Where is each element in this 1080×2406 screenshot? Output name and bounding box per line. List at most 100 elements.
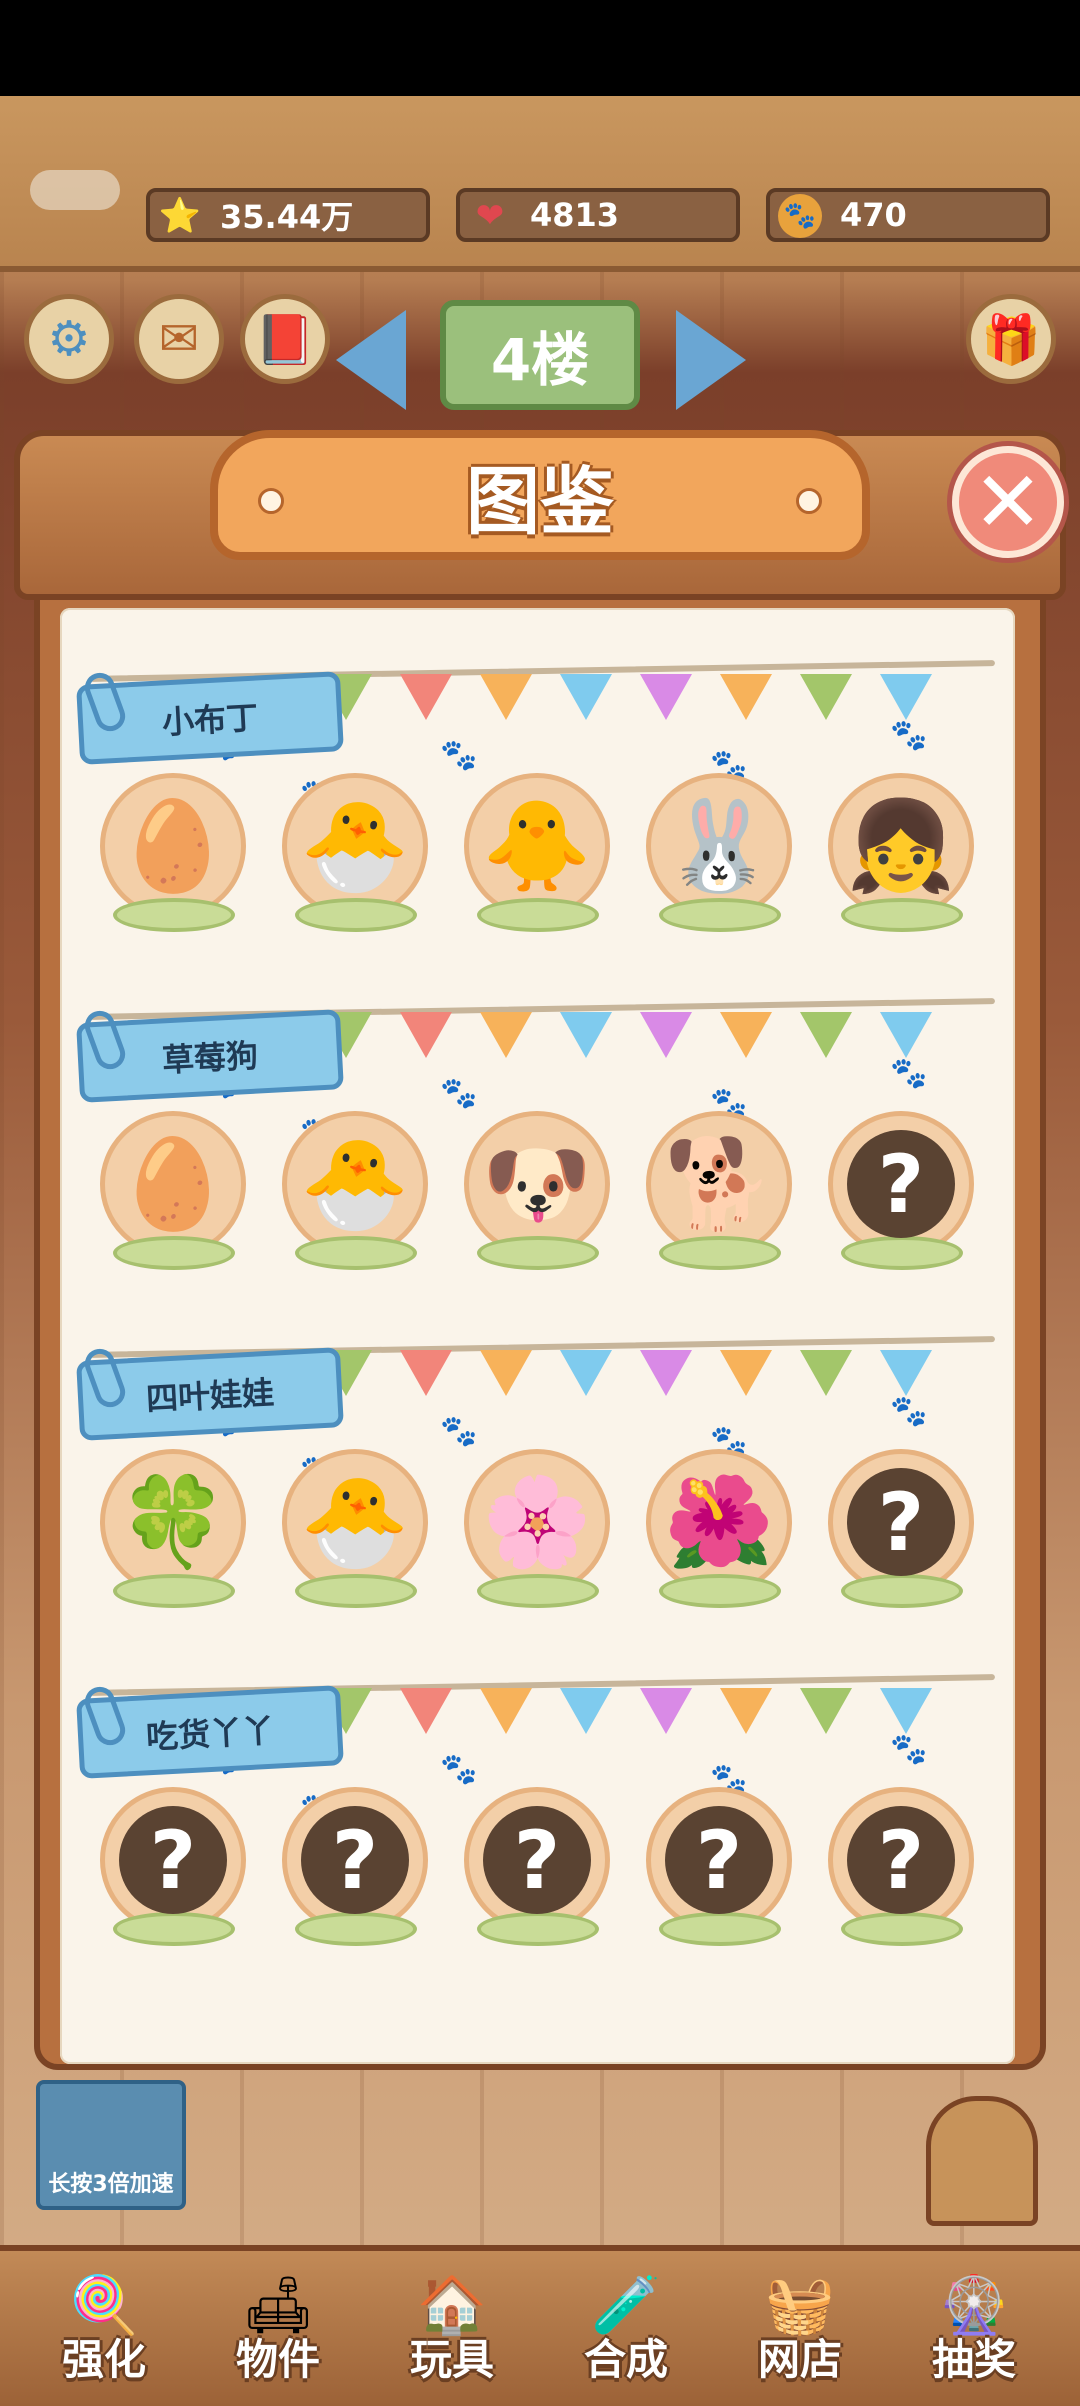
stars-counter: ⭐ 35.44万 xyxy=(146,188,430,242)
gift-button[interactable]: 🎁 xyxy=(966,294,1056,384)
hearts-counter: ❤ 4813 xyxy=(456,188,740,242)
character-slot[interactable]: 🥚 xyxy=(100,773,246,932)
bunting-flag xyxy=(800,1688,852,1734)
character-icon: 🐰 xyxy=(664,794,774,897)
grass-pedestal xyxy=(841,898,963,932)
star-icon: ⭐ xyxy=(158,196,202,236)
nav-label: 强化 xyxy=(61,2335,146,2384)
bunting-flag xyxy=(640,1688,692,1734)
character-slot[interactable]: 🌸 xyxy=(464,1449,610,1608)
weather-icon[interactable] xyxy=(30,170,120,210)
nav-label: 合成 xyxy=(583,2335,668,2384)
sign-nail-right xyxy=(796,488,822,514)
character-slot[interactable]: 🐕 xyxy=(646,1111,792,1270)
grass-pedestal xyxy=(477,1912,599,1946)
character-slot[interactable]: 👧 xyxy=(828,773,974,932)
character-slot[interactable]: 🐥 xyxy=(464,773,610,932)
grass-pedestal xyxy=(295,1236,417,1270)
character-slot[interactable]: 🐶 xyxy=(464,1111,610,1270)
locked-character-slot[interactable]: ? xyxy=(828,1787,974,1946)
paw-print-icon: 🐾 xyxy=(890,1732,928,1767)
exit-door-button[interactable] xyxy=(926,2096,1038,2226)
settings-button[interactable]: ⚙ xyxy=(24,294,114,384)
nav-button[interactable]: 🎡 抽奖 xyxy=(894,2270,1054,2390)
locked-character-slot[interactable]: ? xyxy=(100,1787,246,1946)
paw-print-icon: 🐾 xyxy=(890,1394,928,1429)
handbook-button[interactable]: 📕 xyxy=(240,294,330,384)
gift-icon: 🎁 xyxy=(981,311,1041,368)
nav-button[interactable]: 🏠 玩具 xyxy=(372,2270,532,2390)
character-slot[interactable]: 🥚 xyxy=(100,1111,246,1270)
speed-up-button[interactable]: 长按3倍加速 xyxy=(36,2080,186,2210)
paw-print-icon: 🐾 xyxy=(440,738,478,773)
locked-character-slot[interactable]: ? xyxy=(828,1449,974,1608)
character-slot[interactable]: 🍀 xyxy=(100,1449,246,1608)
resource-bar xyxy=(0,96,1080,272)
character-slot[interactable]: 🐣 xyxy=(282,1449,428,1608)
paw-print-icon: 🐾 xyxy=(440,1076,478,1111)
prev-floor-button[interactable] xyxy=(336,310,406,410)
character-icon: 🐣 xyxy=(300,794,410,897)
nav-button[interactable]: 🧪 合成 xyxy=(546,2270,706,2390)
nav-label: 网店 xyxy=(757,2335,842,2384)
locked-character-slot[interactable]: ? xyxy=(464,1787,610,1946)
question-mark-icon: ? xyxy=(665,1806,773,1914)
locked-character-slot[interactable]: ? xyxy=(282,1787,428,1946)
character-icon: 🐣 xyxy=(300,1470,410,1573)
handbook-content[interactable]: 🐾🐾🐾🐾🐾小布丁🥚🐣🐥🐰👧🐾🐾🐾🐾🐾草莓狗🥚🐣🐶🐕?🐾🐾🐾🐾🐾四叶娃娃🍀🐣🌸🌺?… xyxy=(60,608,1015,2064)
section-title: 草莓狗 xyxy=(161,1036,260,1080)
question-mark-icon: ? xyxy=(301,1806,409,1914)
grass-pedestal xyxy=(113,1574,235,1608)
paw-print-icon: 🐾 xyxy=(890,718,928,753)
bunting-flag xyxy=(720,1012,772,1058)
bunting-flag xyxy=(560,1350,612,1396)
locked-character-slot[interactable]: ? xyxy=(828,1111,974,1270)
section-title: 吃货丫丫 xyxy=(145,1711,276,1757)
floor-sign: 4楼 xyxy=(440,300,640,410)
bunting-flag xyxy=(640,1012,692,1058)
mail-button[interactable]: ✉ xyxy=(134,294,224,384)
character-icon: 🐣 xyxy=(300,1132,410,1235)
character-icon: 🐥 xyxy=(482,794,592,897)
paw-coin-icon: 🐾 xyxy=(778,194,822,238)
grass-pedestal xyxy=(841,1574,963,1608)
character-icon: 👧 xyxy=(846,794,956,897)
bunting-flag xyxy=(400,1350,452,1396)
bunting-flag xyxy=(480,1012,532,1058)
character-icon: 🥚 xyxy=(118,1132,228,1235)
character-slot[interactable]: 🌺 xyxy=(646,1449,792,1608)
section-title: 四叶娃娃 xyxy=(145,1373,276,1419)
nav-label: 物件 xyxy=(235,2335,320,2384)
character-slot[interactable]: 🐣 xyxy=(282,773,428,932)
nav-button[interactable]: 🛋 物件 xyxy=(198,2270,358,2390)
bunting-flag xyxy=(880,1688,932,1734)
next-floor-button[interactable] xyxy=(676,310,746,410)
bunting-flag xyxy=(560,1688,612,1734)
modal-title: 图鉴 xyxy=(466,458,614,545)
grass-pedestal xyxy=(477,1236,599,1270)
close-button[interactable]: ✕ xyxy=(952,446,1064,558)
bunting-flag xyxy=(880,1012,932,1058)
sign-nail-left xyxy=(258,488,284,514)
nav-label: 抽奖 xyxy=(931,2335,1016,2384)
paw-print-icon: 🐾 xyxy=(440,1414,478,1449)
paw-print-icon: 🐾 xyxy=(890,1056,928,1091)
collection-section: 🐾🐾🐾🐾🐾草莓狗🥚🐣🐶🐕? xyxy=(60,986,1015,1316)
bunting-flag xyxy=(880,674,932,720)
mail-icon: ✉ xyxy=(158,311,200,367)
grass-pedestal xyxy=(659,1236,781,1270)
nav-button[interactable]: 🧺 网店 xyxy=(720,2270,880,2390)
character-slot[interactable]: 🐣 xyxy=(282,1111,428,1270)
grass-pedestal xyxy=(659,898,781,932)
modal-title-sign: 图鉴 xyxy=(210,430,870,560)
coins-value: 470 xyxy=(840,196,907,234)
character-icon: 🍀 xyxy=(118,1470,228,1573)
bunting-flag xyxy=(400,1012,452,1058)
section-title: 小布丁 xyxy=(161,698,260,742)
bunting-flag xyxy=(720,1688,772,1734)
locked-character-slot[interactable]: ? xyxy=(646,1787,792,1946)
nav-button[interactable]: 🍭 强化 xyxy=(24,2270,184,2390)
bunting-flag xyxy=(560,674,612,720)
grass-pedestal xyxy=(841,1236,963,1270)
character-slot[interactable]: 🐰 xyxy=(646,773,792,932)
